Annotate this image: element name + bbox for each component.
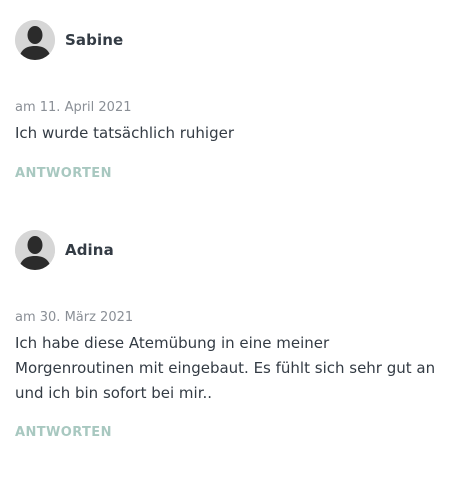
user-silhouette-icon (15, 230, 55, 270)
avatar (15, 230, 55, 270)
comment-author-row: Sabine (15, 20, 445, 60)
comment-text: Ich wurde tatsächlich ruhiger (15, 124, 234, 142)
reply-button[interactable]: ANTWORTEN (15, 425, 112, 440)
comment: Sabine am 11. April 2021 Ich wurde tatsä… (15, 20, 445, 181)
comment-text: Ich habe diese Atemübung in eine meiner … (15, 334, 436, 402)
comment-author-row: Adina (15, 230, 445, 270)
comment-author-name: Adina (65, 241, 114, 259)
reply-button[interactable]: ANTWORTEN (15, 166, 112, 181)
user-silhouette-icon (15, 20, 55, 60)
comment: Adina am 30. März 2021 Ich habe diese At… (15, 230, 445, 440)
avatar (15, 20, 55, 60)
comment-date: am 11. April 2021 (15, 100, 132, 115)
comment-author-name: Sabine (65, 31, 124, 49)
comment-date: am 30. März 2021 (15, 310, 134, 325)
